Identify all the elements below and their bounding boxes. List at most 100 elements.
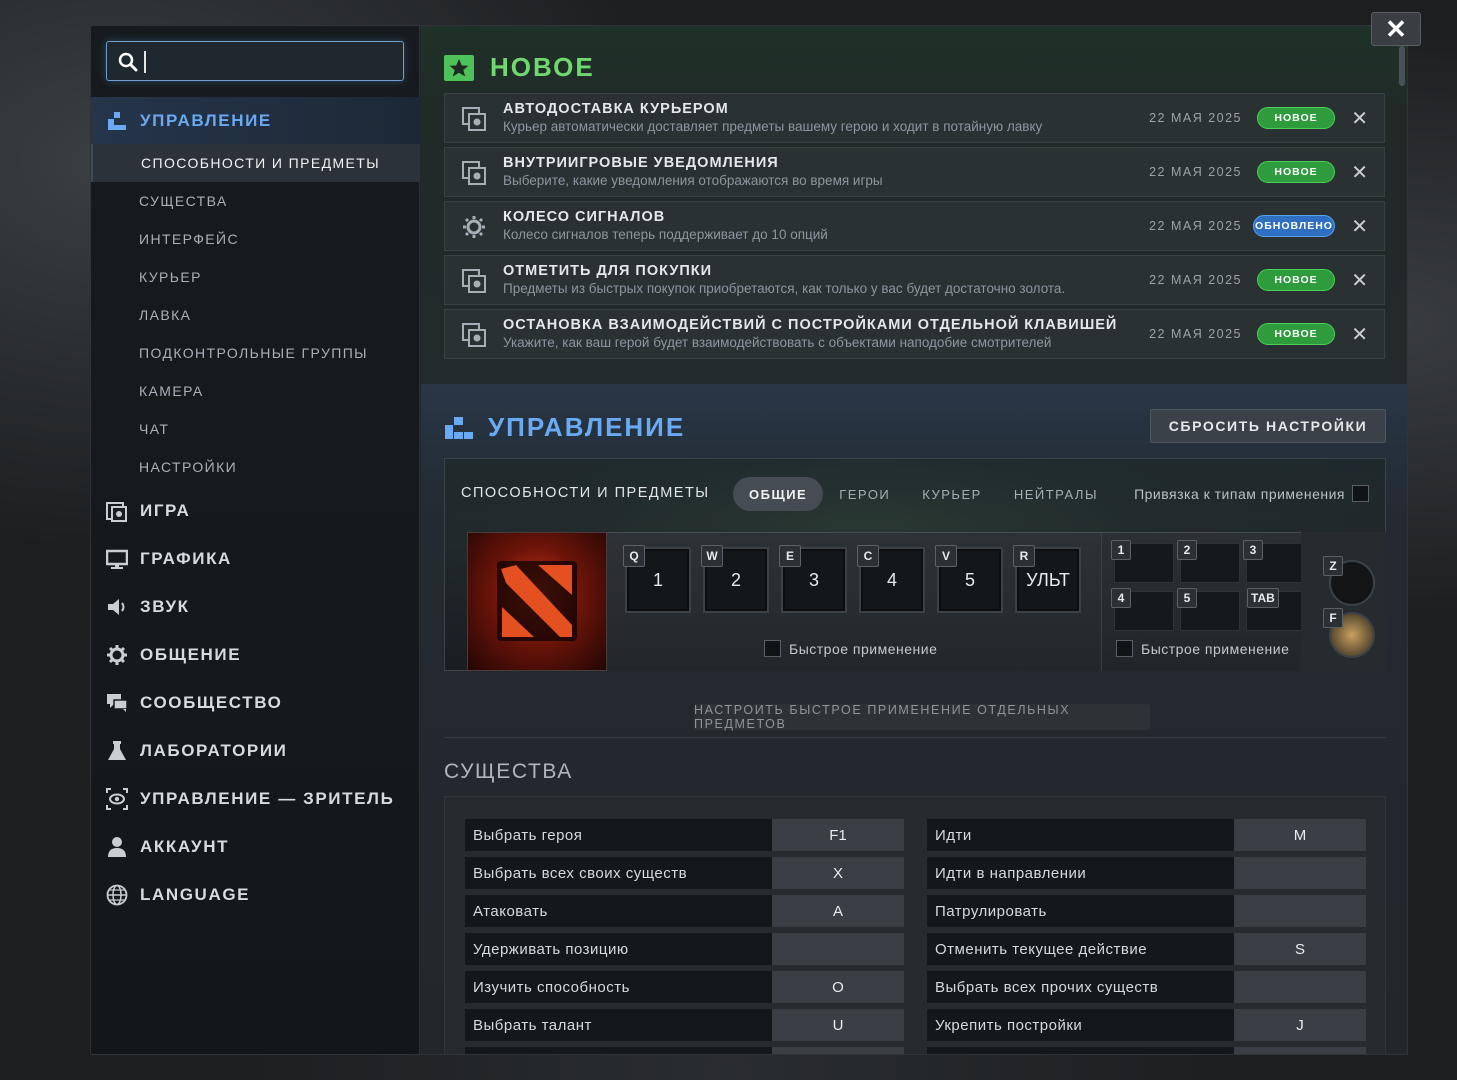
ability-slot[interactable]: C 4: [857, 545, 925, 613]
sidebar-subitem-courier[interactable]: КУРЬЕР: [91, 258, 420, 296]
scan-slot[interactable]: Z: [1323, 556, 1375, 606]
keybind-row: Отменить текущее действие S: [927, 933, 1366, 965]
sidebar-subitem-chat[interactable]: ЧАТ: [91, 410, 420, 448]
sidebar-subitem-settings[interactable]: НАСТРОЙКИ: [91, 448, 420, 486]
close-icon[interactable]: ✕: [1351, 268, 1368, 293]
hotkey-badge: E: [779, 545, 801, 567]
keybind-button[interactable]: S: [1234, 933, 1366, 965]
quick-cast-checkbox[interactable]: [764, 640, 781, 657]
sidebar-item-account[interactable]: АККАУНТ: [91, 823, 420, 871]
sidebar-item-spectator[interactable]: УПРАВЛЕНИЕ — ЗРИТЕЛЬ: [91, 775, 420, 823]
keybind-button[interactable]: P: [1234, 1047, 1366, 1054]
hero-portrait: [467, 532, 607, 671]
close-icon: ✕: [1385, 13, 1407, 44]
notice-item[interactable]: ОСТАНОВКА ВЗАИМОДЕЙСТВИЙ С ПОСТРОЙКАМИ О…: [444, 309, 1385, 359]
keybind-label: Выбрать всех прочих существ: [927, 971, 1234, 1003]
reset-settings-button[interactable]: СБРОСИТЬ НАСТРОЙКИ: [1150, 409, 1386, 443]
hotkey-badge: C: [857, 545, 879, 567]
tp-scroll-slot[interactable]: F: [1323, 608, 1375, 658]
notice-date: 22 МАЯ 2025: [1149, 327, 1242, 341]
ability-slot[interactable]: W 2: [701, 545, 769, 613]
sidebar-item-sound[interactable]: ЗВУК: [91, 583, 420, 631]
control-section-title: УПРАВЛЕНИЕ: [488, 412, 686, 442]
units-section-title: СУЩЕСТВА: [444, 760, 573, 783]
tab-courier[interactable]: КУРЬЕР: [906, 477, 998, 511]
text-caret: [144, 51, 146, 73]
slot-label: УЛЬТ: [1026, 569, 1070, 590]
keybind-button[interactable]: O: [772, 971, 904, 1003]
control-icon: [445, 416, 473, 439]
tab-heroes[interactable]: ГЕРОИ: [823, 477, 906, 511]
slot-label: 5: [964, 569, 975, 590]
close-icon[interactable]: ✕: [1351, 160, 1368, 185]
sidebar-subitem-interface[interactable]: ИНТЕРФЕЙС: [91, 220, 420, 258]
binding-checkbox[interactable]: [1352, 485, 1369, 502]
keybind-button[interactable]: [1234, 857, 1366, 889]
game-icon: [462, 323, 486, 347]
keybind-label: Сканировать территорию: [927, 1047, 1234, 1054]
sidebar-subitem-units[interactable]: СУЩЕСТВА: [91, 182, 420, 220]
keybind-button[interactable]: A: [772, 895, 904, 927]
item-slot[interactable]: TAB: [1246, 588, 1306, 631]
scrollbar[interactable]: [1399, 46, 1405, 86]
hotkey-badge: 3: [1243, 540, 1263, 560]
keybind-button[interactable]: J: [1234, 1009, 1366, 1041]
close-button[interactable]: ✕: [1371, 12, 1421, 46]
ability-slot[interactable]: E 3: [779, 545, 847, 613]
sidebar-item-community[interactable]: СООБЩЕСТВО: [91, 679, 420, 727]
sidebar-subitem-control-groups[interactable]: ПОДКОНТРОЛЬНЫЕ ГРУППЫ: [91, 334, 420, 372]
item-slot[interactable]: 4: [1111, 588, 1174, 631]
close-icon[interactable]: ✕: [1351, 214, 1368, 239]
tab-neutrals[interactable]: НЕЙТРАЛЫ: [998, 477, 1114, 511]
keybind-row: Выбрать всех прочих существ: [927, 971, 1366, 1003]
hotkey-badge: V: [935, 545, 957, 567]
game-icon: [462, 107, 486, 131]
notice-title: АВТОДОСТАВКА КУРЬЕРОМ: [503, 101, 729, 117]
notice-item[interactable]: КОЛЕСО СИГНАЛОВ Колесо сигналов теперь п…: [444, 201, 1385, 251]
keybind-button[interactable]: 1: [772, 1047, 904, 1054]
globe-icon: [105, 883, 129, 907]
hotkey-badge: Q: [623, 545, 645, 567]
keybind-button[interactable]: U: [772, 1009, 904, 1041]
keybind-label: Отменить текущее действие: [927, 933, 1234, 965]
notice-description: Предметы из быстрых покупок приобретаютс…: [503, 281, 1066, 296]
item-quick-cast-toggle[interactable]: Быстрое применение: [1116, 640, 1289, 657]
item-slot[interactable]: 3: [1243, 540, 1306, 583]
ability-slot[interactable]: V 5: [935, 545, 1003, 613]
sidebar-item-language[interactable]: LANGUAGE: [91, 871, 420, 919]
keybind-button[interactable]: [1234, 971, 1366, 1003]
ability-slot-ultimate[interactable]: R УЛЬТ: [1013, 545, 1081, 613]
keybind-button[interactable]: [1234, 895, 1366, 927]
keybind-row: Выбрать талант U: [465, 1009, 904, 1041]
keybind-button[interactable]: M: [1234, 819, 1366, 851]
sidebar-subitem-abilities[interactable]: СПОСОБНОСТИ И ПРЕДМЕТЫ: [91, 144, 420, 182]
sidebar-item-game[interactable]: ИГРА: [91, 487, 420, 535]
item-slot[interactable]: 1: [1111, 540, 1174, 583]
quick-cast-toggle[interactable]: Быстрое применение: [764, 640, 937, 657]
tab-general[interactable]: ОБЩИЕ: [733, 477, 824, 511]
item-quick-cast-checkbox[interactable]: [1116, 640, 1133, 657]
search-input[interactable]: [106, 41, 404, 81]
keybind-label: Идти в направлении: [927, 857, 1234, 889]
notice-item[interactable]: ВНУТРИИГРОВЫЕ УВЕДОМЛЕНИЯ Выберите, каки…: [444, 147, 1385, 197]
ability-slot[interactable]: Q 1: [623, 545, 691, 613]
user-icon: [105, 835, 129, 859]
close-icon[interactable]: ✕: [1351, 322, 1368, 347]
sidebar-item-control[interactable]: УПРАВЛЕНИЕ: [91, 97, 420, 145]
sidebar-item-labs[interactable]: ЛАБОРАТОРИИ: [91, 727, 420, 775]
close-icon[interactable]: ✕: [1351, 106, 1368, 131]
sidebar-item-graphics[interactable]: ГРАФИКА: [91, 535, 420, 583]
sidebar-subitem-shop[interactable]: ЛАВКА: [91, 296, 420, 334]
sidebar-item-label: АККАУНТ: [140, 837, 230, 856]
notice-item[interactable]: АВТОДОСТАВКА КУРЬЕРОМ Курьер автоматичес…: [444, 93, 1385, 143]
item-slot[interactable]: 2: [1177, 540, 1240, 583]
keybind-button[interactable]: F1: [772, 819, 904, 851]
configure-item-quick-cast-button[interactable]: НАСТРОИТЬ БЫСТРОЕ ПРИМЕНЕНИЕ ОТДЕЛЬНЫХ П…: [694, 703, 1150, 731]
keybind-row: Изучить левый талант1: [465, 1047, 904, 1054]
sidebar-subitem-camera[interactable]: КАМЕРА: [91, 372, 420, 410]
keybind-button[interactable]: [772, 933, 904, 965]
keybind-button[interactable]: X: [772, 857, 904, 889]
notice-item[interactable]: ОТМЕТИТЬ ДЛЯ ПОКУПКИ Предметы из быстрых…: [444, 255, 1385, 305]
sidebar-item-social[interactable]: ОБЩЕНИЕ: [91, 631, 420, 679]
item-slot[interactable]: 5: [1177, 588, 1240, 631]
